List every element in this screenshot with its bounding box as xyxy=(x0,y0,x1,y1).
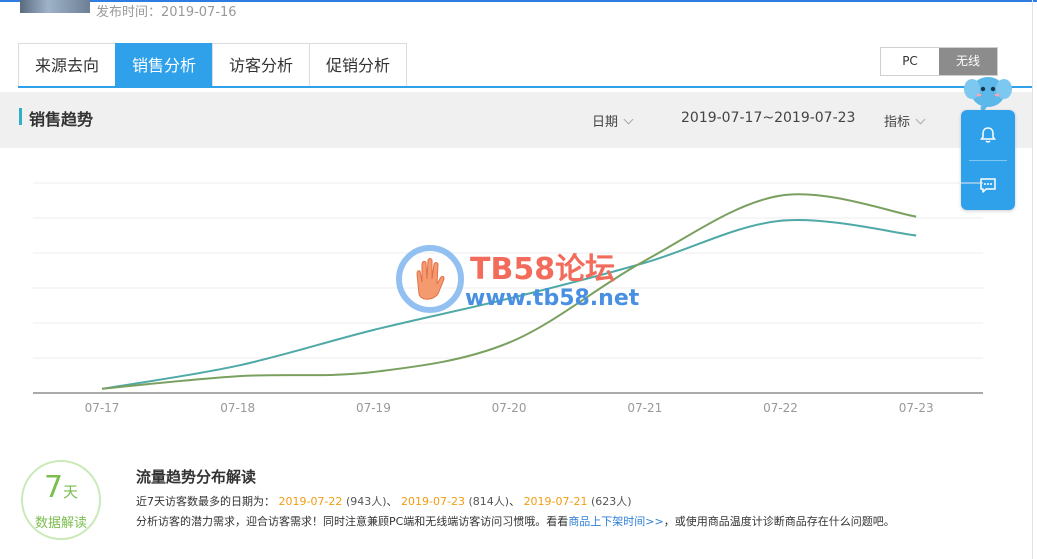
watermark-hand-logo-icon xyxy=(396,245,464,313)
x-tick-label: 07-23 xyxy=(899,401,934,415)
tab-promotion[interactable]: 促销分析 xyxy=(309,43,408,87)
bell-icon[interactable] xyxy=(978,125,998,145)
top-day-count: (623人) xyxy=(591,495,632,508)
chevron-down-icon xyxy=(623,114,634,125)
data-interpretation-badge: 7天 数据解读 xyxy=(21,460,101,540)
tab-visitor[interactable]: 访客分析 xyxy=(212,43,310,87)
top-days-line: 近7天访客数最多的日期为： 2019-07-22 (943人)、 2019-07… xyxy=(136,495,632,508)
x-tick-label: 07-17 xyxy=(85,401,120,415)
tab-source[interactable]: 来源去向 xyxy=(18,43,116,87)
x-tick-label: 07-20 xyxy=(492,401,527,415)
interpretation-title: 流量趋势分布解读 xyxy=(136,468,257,486)
date-dropdown-label: 日期 xyxy=(592,115,619,130)
top-day-count: (814人) xyxy=(468,495,510,508)
page-right-border xyxy=(1032,0,1033,559)
top-day-date: 2019-07-23 xyxy=(401,495,465,508)
x-tick-label: 07-22 xyxy=(763,401,798,415)
section-header-bar xyxy=(0,92,1032,148)
x-tick-label: 07-21 xyxy=(627,401,662,415)
badge-number: 7天 xyxy=(43,470,79,505)
x-tick-label: 07-18 xyxy=(220,401,255,415)
elephant-mascot-icon[interactable] xyxy=(963,72,1013,114)
chevron-down-icon xyxy=(915,114,926,125)
advice-line: 分析访客的潜力需求，迎合访客需求！同时注意兼顾PC端和无线端访客访问习惯哦。看看… xyxy=(136,515,895,528)
metric-dropdown[interactable]: 指标 xyxy=(884,111,926,130)
metric-dropdown-label: 指标 xyxy=(884,115,911,130)
analysis-tabs: 来源去向 销售分析 访客分析 促销分析 xyxy=(18,43,408,87)
listing-time-link[interactable]: 商品上下架时间>> xyxy=(568,515,663,528)
watermark-title: TB58论坛 xyxy=(470,252,616,287)
section-accent xyxy=(19,108,22,125)
top-day-date: 2019-07-22 xyxy=(278,495,343,508)
pc-button[interactable]: PC xyxy=(881,48,939,75)
watermark-url: www.tb58.net xyxy=(465,286,640,311)
section-title: 销售趋势 xyxy=(29,110,94,129)
wireless-button[interactable]: 无线 xyxy=(939,48,997,75)
tab-underline xyxy=(18,86,1032,88)
date-dropdown[interactable]: 日期 xyxy=(592,111,634,130)
x-tick-label: 07-19 xyxy=(356,401,391,415)
top-day-count: (943人) xyxy=(345,495,387,508)
top-day-date: 2019-07-21 xyxy=(523,495,588,508)
item-thumbnail[interactable] xyxy=(20,0,90,13)
tab-sales[interactable]: 销售分析 xyxy=(115,43,213,87)
date-range[interactable]: 2019-07-17~2019-07-23 xyxy=(681,110,855,126)
badge-label: 数据解读 xyxy=(34,516,87,531)
publish-time: 发布时间：2019-07-16 xyxy=(96,5,237,20)
